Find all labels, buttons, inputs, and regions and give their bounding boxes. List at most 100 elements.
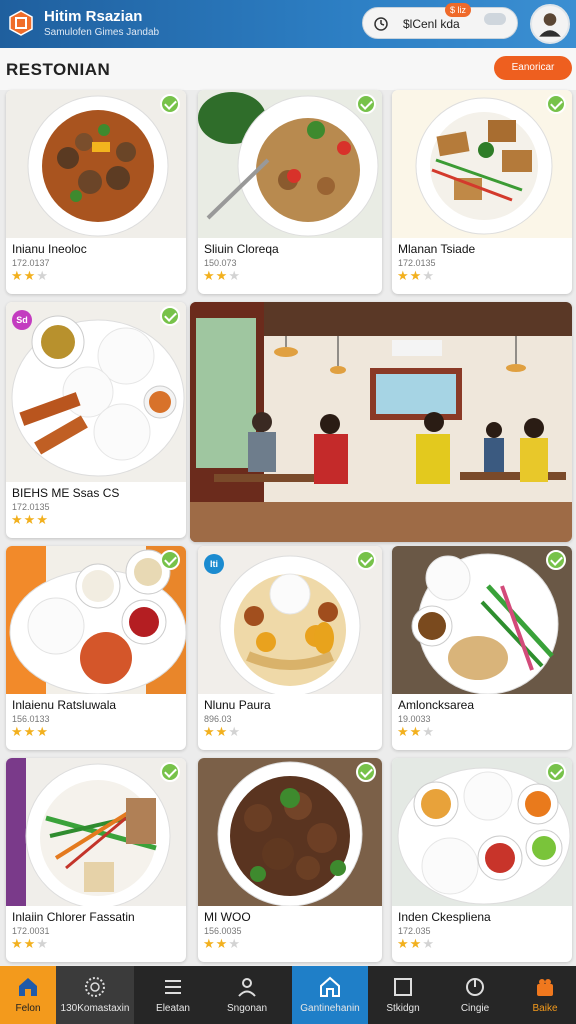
check-badge-icon bbox=[546, 94, 566, 114]
star-rating: ★★★ bbox=[11, 268, 49, 284]
card-code: 172.0031 bbox=[12, 926, 50, 936]
card-name: Mlanan Tsiade bbox=[398, 242, 476, 256]
restaurant-card[interactable]: Inianu Ineoloc 172.0137 ★★★ bbox=[6, 90, 186, 294]
food-photo bbox=[6, 758, 186, 906]
card-code: 19.0033 bbox=[398, 714, 431, 724]
card-name: Inden Ckespliena bbox=[398, 910, 491, 924]
nav-label: Felon bbox=[15, 1003, 41, 1014]
star-empty-icon: ★ bbox=[36, 268, 49, 283]
card-code: 156.0133 bbox=[12, 714, 50, 724]
card-name: Inianu Ineoloc bbox=[12, 242, 87, 256]
card-code: 172.0135 bbox=[398, 258, 436, 268]
card-code: 172.0135 bbox=[12, 502, 50, 512]
nav-item-eleatan[interactable]: Eleatan bbox=[140, 966, 206, 1024]
restaurant-interior-image bbox=[190, 302, 572, 542]
star-filled-icon: ★ bbox=[409, 724, 423, 739]
category-tag: Sd bbox=[12, 310, 32, 330]
nav-item-stkidgn[interactable]: Stkidgn bbox=[372, 966, 434, 1024]
restaurant-card[interactable]: Inden Ckespliena 172.035 ★★★ bbox=[392, 758, 572, 962]
star-empty-icon: ★ bbox=[228, 268, 241, 283]
card-code: 156.0035 bbox=[204, 926, 242, 936]
action-button[interactable]: Eanoricar bbox=[494, 56, 572, 80]
home-outline-icon bbox=[320, 976, 340, 997]
star-filled-icon: ★ bbox=[36, 724, 49, 739]
nav-item-sngonan[interactable]: Sngonan bbox=[212, 966, 282, 1024]
nav-label: Eleatan bbox=[156, 1003, 190, 1014]
nav-label: Gantinehanin bbox=[300, 1003, 360, 1014]
star-filled-icon: ★ bbox=[215, 936, 229, 951]
card-code: 896.03 bbox=[204, 714, 232, 724]
card-name: BIEHS ME Ssas CS bbox=[12, 486, 120, 500]
star-filled-icon: ★ bbox=[215, 268, 229, 283]
star-filled-icon: ★ bbox=[11, 936, 24, 951]
star-empty-icon: ★ bbox=[422, 936, 435, 951]
square-icon bbox=[394, 978, 412, 996]
page-title: RESTONIAN bbox=[6, 60, 111, 79]
food-photo bbox=[198, 758, 382, 906]
notification-badge: $ liz bbox=[445, 3, 471, 17]
clock-search-icon bbox=[374, 17, 388, 31]
star-empty-icon: ★ bbox=[36, 936, 49, 951]
star-rating: ★★★ bbox=[11, 724, 49, 740]
star-rating: ★★★ bbox=[397, 268, 435, 284]
card-name: MI WOO bbox=[204, 910, 251, 924]
star-filled-icon: ★ bbox=[409, 936, 423, 951]
restaurant-card[interactable]: Sliuin Cloreqa 150.073 ★★★ bbox=[198, 90, 382, 294]
star-filled-icon: ★ bbox=[203, 268, 216, 283]
toggle-switch[interactable] bbox=[484, 13, 506, 25]
list-icon bbox=[165, 980, 181, 994]
star-filled-icon: ★ bbox=[23, 724, 37, 739]
nav-item-cingie[interactable]: Cingie bbox=[444, 966, 506, 1024]
restaurant-card[interactable]: Sd BIEHS ME Ssas CS 172.0135 ★★★ bbox=[6, 302, 186, 538]
nav-label: 130Komastaxin bbox=[60, 1003, 130, 1014]
profile-icon bbox=[238, 978, 256, 997]
check-badge-icon bbox=[356, 94, 376, 114]
star-filled-icon: ★ bbox=[11, 512, 24, 527]
restaurant-card[interactable]: MI WOO 156.0035 ★★★ bbox=[198, 758, 382, 962]
card-name: Inlaiin Chlorer Fassatin bbox=[12, 910, 135, 924]
star-filled-icon: ★ bbox=[11, 268, 24, 283]
star-empty-icon: ★ bbox=[422, 268, 435, 283]
nav-label: Cingie bbox=[460, 1003, 490, 1014]
check-badge-icon bbox=[160, 94, 180, 114]
food-photo bbox=[6, 302, 186, 482]
nav-item-felon[interactable]: Felon bbox=[0, 966, 56, 1024]
star-filled-icon: ★ bbox=[397, 268, 410, 283]
check-badge-icon bbox=[356, 550, 376, 570]
star-filled-icon: ★ bbox=[23, 268, 37, 283]
hexagon-logo-icon bbox=[9, 10, 33, 36]
user-avatar-icon[interactable] bbox=[530, 4, 570, 44]
food-photo bbox=[392, 758, 572, 906]
gift-icon bbox=[537, 979, 553, 996]
card-code: 172.0137 bbox=[12, 258, 50, 268]
star-empty-icon: ★ bbox=[228, 724, 241, 739]
card-code: 150.073 bbox=[204, 258, 237, 268]
star-filled-icon: ★ bbox=[23, 512, 37, 527]
card-code: 172.035 bbox=[398, 926, 431, 936]
food-photo bbox=[392, 90, 572, 238]
restaurant-card[interactable]: Amloncksarea 19.0033 ★★★ bbox=[392, 546, 572, 750]
restaurant-card[interactable]: Inlaiin Chlorer Fassatin 172.0031 ★★★ bbox=[6, 758, 186, 962]
restaurant-card[interactable]: Iti Nlunu Paura 896.03 ★★★ bbox=[198, 546, 382, 750]
star-filled-icon: ★ bbox=[397, 936, 410, 951]
restaurant-interior-photo[interactable] bbox=[190, 302, 572, 542]
nav-label: Baike bbox=[532, 1003, 558, 1014]
star-empty-icon: ★ bbox=[228, 936, 241, 951]
restaurant-card[interactable]: Mlanan Tsiade 172.0135 ★★★ bbox=[392, 90, 572, 294]
food-photo bbox=[392, 546, 572, 694]
restaurant-card[interactable]: Inlaienu Ratsluwala 156.0133 ★★★ bbox=[6, 546, 186, 750]
food-photo bbox=[6, 90, 186, 238]
check-badge-icon bbox=[160, 762, 180, 782]
card-name: Inlaienu Ratsluwala bbox=[12, 698, 117, 712]
category-tag: Iti bbox=[204, 554, 224, 574]
nav-item-komastaxin[interactable]: 130Komastaxin bbox=[56, 966, 134, 1024]
star-filled-icon: ★ bbox=[215, 724, 229, 739]
star-filled-icon: ★ bbox=[397, 724, 410, 739]
nav-item-baike[interactable]: Baike bbox=[514, 966, 576, 1024]
star-rating: ★★★ bbox=[397, 936, 435, 952]
star-filled-icon: ★ bbox=[36, 512, 49, 527]
nav-item-gantinehanin[interactable]: Gantinehanin bbox=[292, 966, 368, 1024]
card-name: Nlunu Paura bbox=[204, 698, 271, 712]
top-app-bar: Hitim Rsazian Samulofen Gimes Jandab $lC… bbox=[0, 0, 576, 48]
star-rating: ★★★ bbox=[203, 724, 241, 740]
